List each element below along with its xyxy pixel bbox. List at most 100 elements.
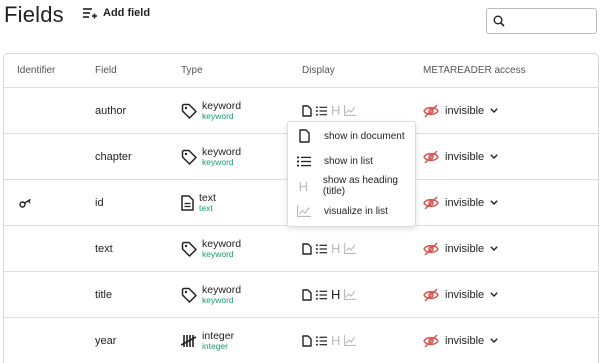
heading-icon[interactable]: H — [331, 104, 340, 117]
menu-item-label: show in document — [324, 130, 405, 142]
type-label: keyword — [202, 99, 242, 112]
display-options-menu: show in document show in list Hshow as hea… — [287, 121, 416, 227]
chevron-down-icon — [490, 338, 498, 343]
heading-icon[interactable]: H — [331, 334, 340, 347]
type-sublabel: keyword — [202, 294, 234, 305]
column-header-identifier: Identifier — [4, 54, 95, 88]
menu-item-label: show in list — [324, 155, 373, 167]
access-dropdown[interactable]: invisible — [423, 195, 598, 210]
field-name: author — [95, 87, 181, 134]
type-sublabel: text — [199, 202, 213, 213]
identifier-cell — [4, 133, 95, 180]
type-label: keyword — [202, 283, 242, 296]
display-cell: H — [302, 225, 423, 272]
visualize-chart-icon[interactable] — [344, 243, 357, 254]
type-label: keyword — [202, 237, 242, 250]
access-label: invisible — [445, 196, 485, 209]
access-dropdown[interactable]: invisible — [423, 103, 598, 118]
eye-off-icon — [423, 149, 439, 164]
show-in-document-icon[interactable] — [302, 288, 312, 301]
menu-item-show-in-document[interactable]: show in document — [288, 125, 415, 147]
field-name: year — [95, 334, 117, 347]
key-icon — [19, 198, 33, 211]
column-header-type: Type — [181, 54, 302, 88]
type-cell: keyword keyword — [181, 133, 302, 180]
add-field-button[interactable]: Add field — [83, 7, 150, 19]
search-input[interactable] — [509, 14, 593, 28]
column-header-field: Field — [95, 54, 181, 88]
menu-item-label: show as heading (title) — [322, 175, 398, 197]
type-cell: keyword keyword — [181, 225, 302, 272]
table-row: title keyword keyword H invisible — [4, 271, 598, 318]
access-cell: invisible — [423, 179, 598, 226]
table-header-row: Identifier Field Type Display METAREADER… — [4, 54, 598, 88]
type-sublabel: keyword — [202, 110, 234, 121]
document-icon — [181, 194, 194, 211]
show-in-list-icon[interactable] — [316, 106, 327, 116]
access-dropdown[interactable]: invisible — [423, 149, 598, 164]
type-cell: keyword keyword — [181, 271, 302, 318]
visualize-chart-icon[interactable] — [344, 105, 357, 116]
identifier-cell — [4, 225, 95, 272]
tag-icon — [181, 149, 197, 165]
access-cell: invisible — [423, 318, 598, 363]
access-cell: invisible — [423, 87, 598, 134]
add-field-label: Add field — [103, 7, 151, 19]
search-box[interactable] — [486, 8, 597, 34]
show-in-list-icon[interactable] — [316, 244, 327, 254]
chevron-down-icon — [490, 108, 498, 113]
field-name: title — [95, 271, 181, 318]
column-header-display: Display — [302, 54, 423, 88]
heading-icon[interactable]: H — [331, 288, 340, 301]
identifier-cell — [4, 87, 95, 134]
access-label: invisible — [445, 242, 485, 255]
menu-item-visualize-in-list[interactable]: visualize in list — [288, 200, 415, 222]
access-label: invisible — [445, 288, 485, 301]
eye-off-icon — [423, 333, 439, 348]
tag-icon — [181, 241, 197, 257]
access-dropdown[interactable]: invisible — [423, 287, 598, 302]
type-cell: text text — [181, 179, 302, 226]
menu-item-label: visualize in list — [324, 205, 388, 217]
visualize-chart-icon[interactable] — [344, 289, 357, 300]
identifier-cell — [4, 271, 95, 318]
tally-icon — [181, 334, 197, 348]
display-cell: H — [302, 318, 423, 363]
access-dropdown[interactable]: invisible — [423, 241, 598, 256]
tag-icon — [181, 103, 197, 119]
add-list-icon — [83, 8, 97, 19]
type-sublabel: integer — [202, 340, 228, 351]
heading-icon[interactable]: H — [331, 242, 340, 255]
table-row: year integer integer H invisible — [4, 318, 598, 363]
heading-icon: H — [298, 178, 309, 194]
menu-item-show-as-heading-title[interactable]: Hshow as heading (title) — [288, 175, 415, 197]
identifier-cell — [4, 318, 95, 363]
eye-off-icon — [423, 241, 439, 256]
access-label: invisible — [445, 104, 485, 117]
type-cell: keyword keyword — [181, 87, 302, 134]
chevron-down-icon — [490, 200, 498, 205]
field-name: chapter — [95, 133, 181, 180]
show-in-list-icon[interactable] — [316, 290, 327, 300]
document-icon — [297, 129, 311, 143]
eye-off-icon — [423, 195, 439, 210]
access-dropdown[interactable]: invisible — [423, 333, 598, 348]
chevron-down-icon — [490, 246, 498, 251]
type-sublabel: keyword — [202, 156, 234, 167]
search-icon — [493, 15, 505, 27]
field-name: id — [95, 179, 181, 226]
access-cell: invisible — [423, 271, 598, 318]
show-in-document-icon[interactable] — [302, 104, 312, 117]
show-in-document-icon[interactable] — [302, 242, 312, 255]
access-label: invisible — [445, 150, 485, 163]
type-cell: integer integer — [181, 318, 302, 363]
menu-item-show-in-list[interactable]: show in list — [288, 150, 415, 172]
eye-off-icon — [423, 287, 439, 302]
show-in-list-icon[interactable] — [316, 336, 327, 346]
visualize-chart-icon[interactable] — [344, 335, 357, 346]
table-row: text keyword keyword H invisible — [4, 225, 598, 272]
chevron-down-icon — [490, 292, 498, 297]
show-in-document-icon[interactable] — [302, 334, 312, 347]
identifier-cell — [4, 179, 95, 226]
column-header-access: METAREADER access — [423, 54, 598, 88]
